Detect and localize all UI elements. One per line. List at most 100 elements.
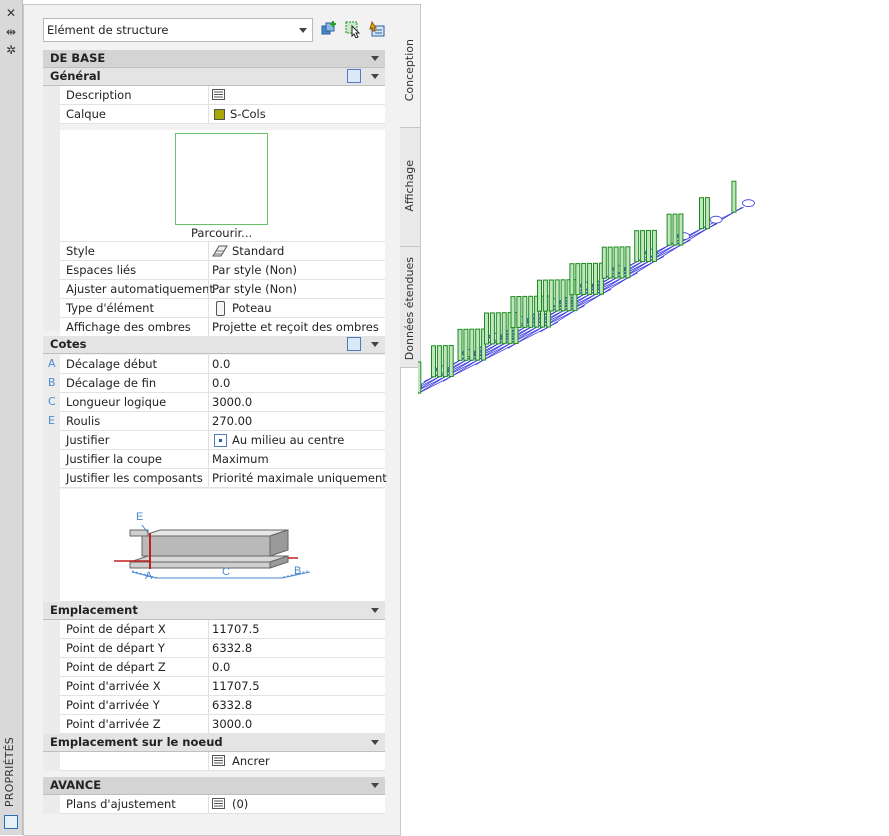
gutter-general <box>43 86 60 331</box>
prop-row-type-element[interactable]: Type d'élément Poteau <box>60 299 385 318</box>
prop-row-espaces-lies[interactable]: Espaces liés Par style (Non) <box>60 261 385 280</box>
prop-label: Justifier <box>66 433 110 447</box>
prop-value: 11707.5 <box>212 622 260 636</box>
structural-column <box>731 180 737 213</box>
section-de-base[interactable]: DE BASE <box>43 50 385 68</box>
structural-column <box>587 262 593 295</box>
member-dimension-diagram: E A C B <box>60 489 385 602</box>
prop-label: Justifier les composants <box>66 471 203 485</box>
section-cotes-label: Cotes <box>50 337 87 351</box>
prop-row-longueur[interactable]: C Longueur logique 3000.0 <box>48 393 385 412</box>
structural-column <box>510 296 516 329</box>
prop-row-justifier-composants[interactable]: Justifier les composants Priorité maxima… <box>60 469 387 488</box>
prop-row-depart-z[interactable]: Point de départ Z 0.0 <box>60 658 385 677</box>
prop-value: Priorité maximale uniquement <box>212 471 387 485</box>
prop-label: Type d'élément <box>66 301 154 315</box>
palette-menu-icon[interactable] <box>4 815 18 829</box>
column-type-icon <box>216 301 225 316</box>
prop-row-roulis[interactable]: E Roulis 270.00 <box>48 412 385 431</box>
gutter-noeud <box>43 752 60 771</box>
grid-bubble <box>742 199 755 208</box>
structural-column <box>634 230 640 263</box>
section-options-icon[interactable] <box>347 69 361 83</box>
structural-column <box>672 213 678 246</box>
prop-row-depart-y[interactable]: Point de départ Y 6332.8 <box>60 639 385 658</box>
text-editor-icon[interactable] <box>212 89 225 100</box>
prop-label: Point de départ X <box>66 622 166 636</box>
diagram-label-a: A <box>145 570 153 582</box>
prop-row-style[interactable]: Style Standard <box>60 242 385 261</box>
structural-column <box>418 361 422 394</box>
dimension-key: B <box>48 376 56 389</box>
grid-bubble <box>709 215 723 224</box>
prop-label: Longueur logique <box>66 395 167 409</box>
prop-row-calque[interactable]: Calque S-Cols <box>60 105 385 124</box>
prop-row-ajuster[interactable]: Ajuster automatiquement Par style (Non) <box>60 280 385 299</box>
quick-select-icon[interactable] <box>320 20 338 38</box>
prop-row-description[interactable]: Description <box>60 86 385 105</box>
autohide-icon[interactable]: ⇹ <box>5 26 17 38</box>
preview-image <box>175 133 268 225</box>
prop-value: 270.00 <box>212 414 253 428</box>
style-preview[interactable]: Parcourir... <box>60 130 385 242</box>
prop-row-arrivee-y[interactable]: Point d'arrivée Y 6332.8 <box>60 696 385 715</box>
prop-row-justifier[interactable]: Justifier Au milieu au centre <box>60 431 385 450</box>
prop-label: Point de départ Y <box>66 641 165 655</box>
prop-label: Point d'arrivée Z <box>66 717 161 731</box>
structural-column <box>431 345 436 378</box>
chevron-down-icon <box>371 342 379 347</box>
prop-value: 11707.5 <box>212 679 260 693</box>
anchor-dialog-icon[interactable] <box>212 755 225 766</box>
prop-row-decalage-fin[interactable]: B Décalage de fin 0.0 <box>48 374 385 393</box>
gutter-emplacement <box>43 620 60 734</box>
structural-column <box>651 229 657 262</box>
section-emplacement-noeud[interactable]: Emplacement sur le noeud <box>43 734 385 752</box>
structural-column <box>607 246 613 279</box>
prop-value: Poteau <box>232 301 272 315</box>
prop-label: Espaces liés <box>66 263 137 277</box>
prop-row-plans[interactable]: Plans d'ajustement (0) <box>60 795 385 814</box>
prop-value: 0.0 <box>212 376 231 390</box>
structural-column <box>560 279 566 312</box>
prop-value: 6332.8 <box>212 641 253 655</box>
toggle-pickadd-icon[interactable] <box>368 20 386 38</box>
prop-value: Ancrer <box>232 754 270 768</box>
structural-column <box>522 295 528 328</box>
section-emplacement[interactable]: Emplacement <box>43 602 385 620</box>
select-objects-icon[interactable] <box>344 20 362 38</box>
section-cotes[interactable]: Cotes <box>43 336 385 354</box>
prop-value: Par style (Non) <box>212 282 297 296</box>
close-icon[interactable]: ✕ <box>5 7 17 19</box>
prop-row-decalage-debut[interactable]: A Décalage début 0.0 <box>48 355 385 374</box>
prop-value: Projette et reçoit des ombres <box>212 320 379 334</box>
structural-column <box>537 279 542 312</box>
section-general[interactable]: Général <box>43 68 385 86</box>
drawing-viewport[interactable] <box>418 0 889 835</box>
structural-column <box>542 279 548 312</box>
structural-column <box>554 279 560 312</box>
structural-column <box>601 246 607 279</box>
diagram-label-b: B <box>294 565 301 577</box>
prop-row-arrivee-x[interactable]: Point d'arrivée X 11707.5 <box>60 677 385 696</box>
section-options-icon[interactable] <box>347 337 361 351</box>
browse-link[interactable]: Parcourir... <box>191 226 252 240</box>
object-type-select[interactable]: Elément de structure <box>43 18 313 42</box>
prop-value: 6332.8 <box>212 698 253 712</box>
prop-row-justifier-coupe[interactable]: Justifier la coupe Maximum <box>60 450 385 469</box>
prop-value: Par style (Non) <box>212 263 297 277</box>
gear-icon[interactable]: ✲ <box>5 44 17 56</box>
prop-label: Plans d'ajustement <box>66 797 176 811</box>
prop-label: Description <box>66 88 132 102</box>
prop-row-ombres[interactable]: Affichage des ombres Projette et reçoit … <box>60 318 385 337</box>
list-dialog-icon[interactable] <box>212 798 225 809</box>
style-icon <box>212 245 228 257</box>
prop-value: S-Cols <box>230 107 266 121</box>
section-avance[interactable]: AVANCE <box>43 777 385 795</box>
prop-row-depart-x[interactable]: Point de départ X 11707.5 <box>60 620 385 639</box>
chevron-down-icon <box>371 56 379 61</box>
section-de-base-label: DE BASE <box>50 51 106 65</box>
structural-column <box>569 263 575 296</box>
prop-row-ancrer[interactable]: Ancrer <box>60 752 385 771</box>
prop-row-arrivee-z[interactable]: Point d'arrivée Z 3000.0 <box>60 715 385 734</box>
prop-label: Point d'arrivée Y <box>66 698 160 712</box>
